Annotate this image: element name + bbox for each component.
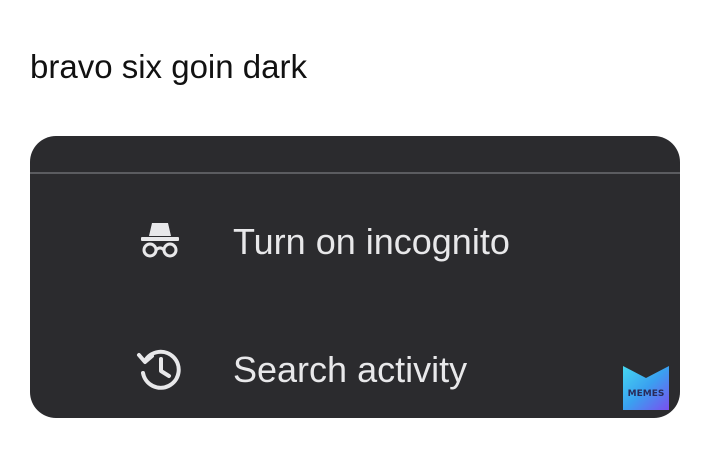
menu-item-search-activity[interactable]: Search activity xyxy=(30,321,680,417)
meme-page: bravo six goin dark Turn on incognito Se… xyxy=(0,0,710,449)
account-menu: Turn on incognito Search activity xyxy=(30,136,680,418)
menu-item-label: Search activity xyxy=(233,349,468,390)
menu-item-incognito[interactable]: Turn on incognito xyxy=(30,193,680,289)
history-icon xyxy=(134,343,186,395)
memes-logo-icon: MEMES xyxy=(623,366,669,410)
menu-divider xyxy=(30,172,680,174)
incognito-icon xyxy=(134,215,186,267)
menu-item-label: Turn on incognito xyxy=(233,221,510,262)
svg-text:MEMES: MEMES xyxy=(628,389,665,399)
meme-caption: bravo six goin dark xyxy=(30,48,307,85)
